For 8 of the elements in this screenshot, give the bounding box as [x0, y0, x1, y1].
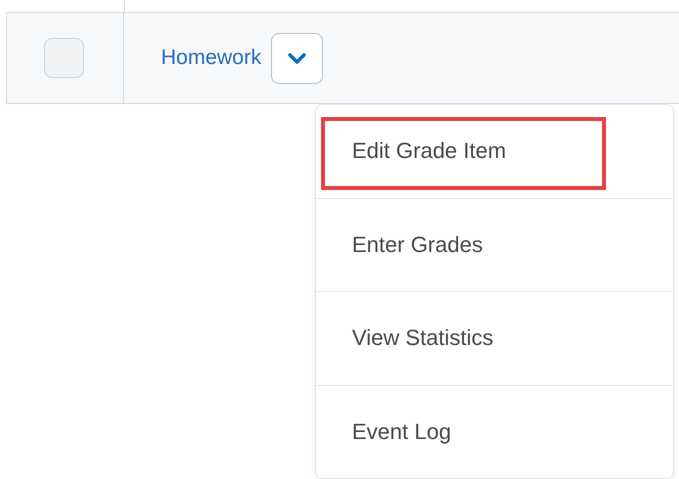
menu-item[interactable]: Enter Grades	[316, 198, 673, 292]
homework-link[interactable]: Homework	[161, 46, 262, 70]
menu-item[interactable]: Edit Grade Item	[316, 105, 673, 198]
menu-item[interactable]: View Statistics	[316, 292, 673, 386]
menu-item[interactable]: Event Log	[316, 386, 673, 478]
dropdown-button[interactable]	[271, 32, 324, 84]
checkbox[interactable]	[44, 38, 84, 78]
chevron-down-icon	[288, 52, 306, 64]
